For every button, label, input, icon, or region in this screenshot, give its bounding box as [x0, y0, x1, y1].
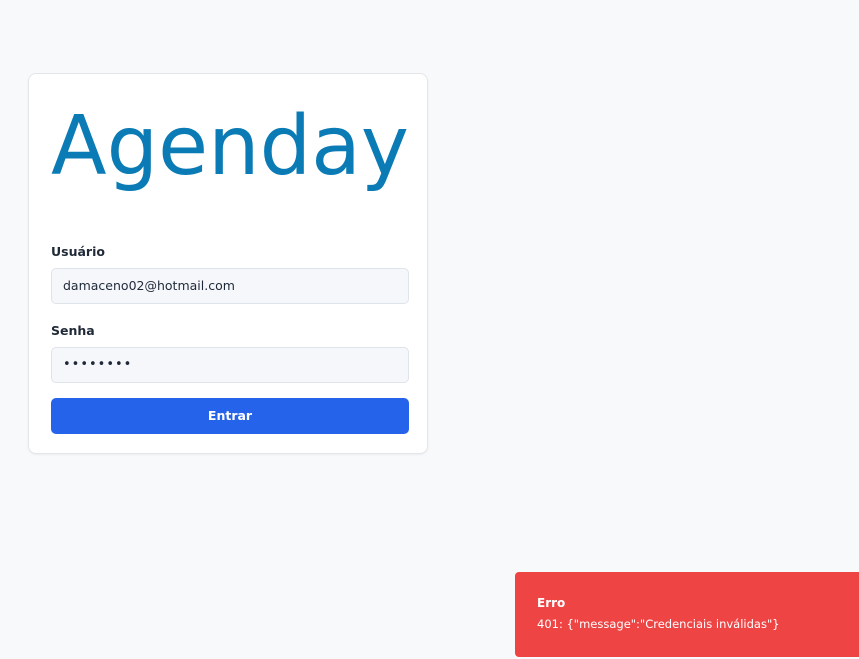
- error-toast-title: Erro: [537, 596, 566, 610]
- agenday-logo: Agenday: [51, 108, 409, 194]
- password-input[interactable]: ••••••••: [51, 347, 409, 383]
- login-card: Agenday Usuário damaceno02@hotmail.com S…: [28, 73, 428, 454]
- error-toast[interactable]: Erro 401: {"message":"Credenciais inváli…: [515, 572, 859, 657]
- logo-text: Agenday: [51, 108, 409, 194]
- password-label: Senha: [51, 323, 95, 338]
- username-label: Usuário: [51, 244, 105, 259]
- login-button[interactable]: Entrar: [51, 398, 409, 434]
- error-toast-message: 401: {"message":"Credenciais inválidas"}: [537, 617, 780, 631]
- username-input[interactable]: damaceno02@hotmail.com: [51, 268, 409, 304]
- login-page: Agenday Usuário damaceno02@hotmail.com S…: [0, 0, 859, 659]
